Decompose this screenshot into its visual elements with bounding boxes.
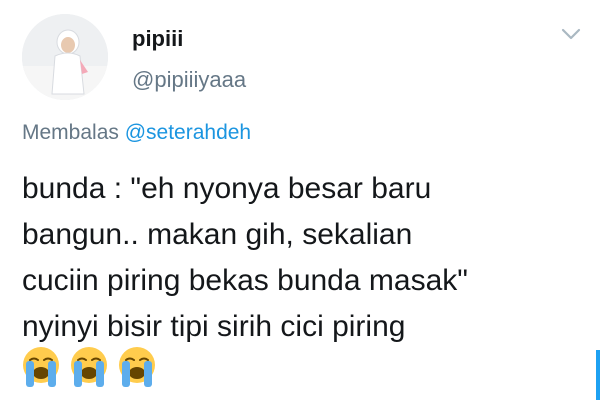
avatar[interactable] bbox=[22, 14, 108, 100]
emoji-row bbox=[20, 345, 158, 389]
reply-mention-link[interactable]: @seterahdeh bbox=[125, 121, 251, 144]
display-name[interactable]: pipiii bbox=[132, 26, 183, 52]
user-handle[interactable]: @pipiiiyaaa bbox=[132, 67, 246, 93]
tweet-text: bunda : "eh nyonya besar baru bangun.. m… bbox=[22, 172, 468, 343]
chevron-down-icon[interactable] bbox=[560, 26, 582, 42]
loudly-crying-face-emoji bbox=[71, 347, 107, 387]
reply-context: Membalas @seterahdeh bbox=[22, 121, 251, 145]
reply-prefix: Membalas bbox=[22, 121, 125, 144]
scroll-indicator bbox=[596, 350, 600, 400]
loudly-crying-face-emoji bbox=[23, 347, 59, 387]
loudly-crying-face-emoji bbox=[119, 347, 155, 387]
tweet-card: pipiii @pipiiiyaaa Membalas @seterahdeh … bbox=[0, 0, 600, 400]
avatar-photo bbox=[22, 14, 108, 100]
